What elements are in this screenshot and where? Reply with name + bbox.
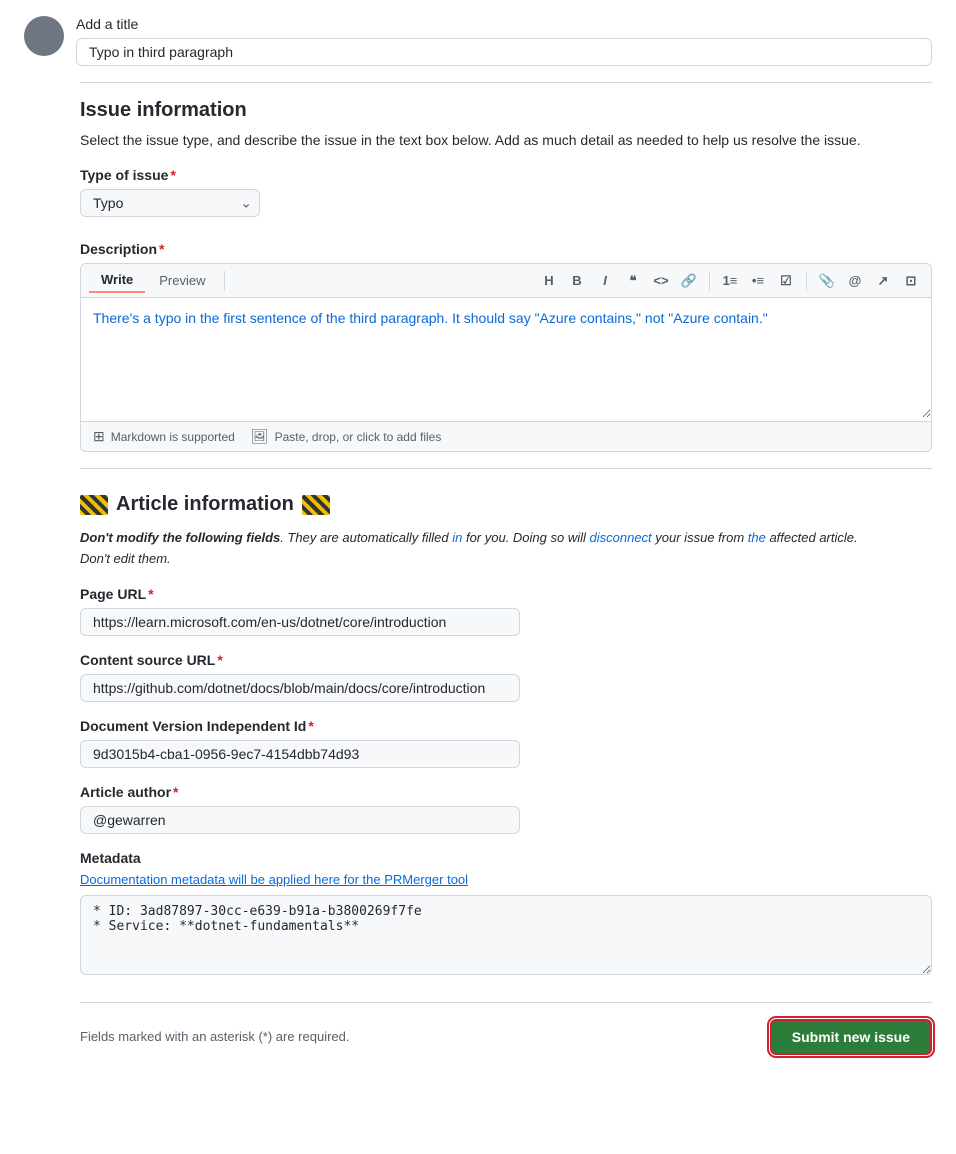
issue-information-title: Issue information [80,99,932,122]
toolbar-divider-3 [806,271,807,291]
required-note: Fields marked with an asterisk (*) are r… [80,1029,350,1044]
attach-icon[interactable]: 📎 [815,269,839,293]
doc-version-label: Document Version Independent Id* [80,718,932,734]
type-required-star: * [170,167,175,183]
metadata-textarea[interactable]: * ID: 3ad87897-30cc-e639-b91a-b3800269f7… [80,895,932,975]
article-author-label: Article author* [80,784,932,800]
image-icon: 🖼 [251,428,269,445]
type-of-issue-label: Type of issue* [80,167,932,183]
metadata-group: Metadata Documentation metadata will be … [80,850,932,978]
file-upload-item[interactable]: 🖼 Paste, drop, or click to add files [251,428,442,445]
metadata-link[interactable]: Documentation metadata will be applied h… [80,872,932,887]
description-label: Description* [80,241,932,257]
unordered-list-icon[interactable]: •≡ [746,269,770,293]
markdown-label: Markdown is supported [111,430,235,444]
article-info-section: Article information Don't modify the fol… [80,493,932,978]
bold-icon[interactable]: B [565,269,589,293]
type-select-wrapper: Typo Bug Feedback Other ⌄ [80,189,260,217]
tab-write[interactable]: Write [89,268,145,293]
description-editor-container: Write Preview H B I ❝ <> 🔗 1≡ •≡ ☑ [80,263,932,452]
page-url-label: Page URL* [80,586,932,602]
file-upload-label: Paste, drop, or click to add files [275,430,442,444]
warning-stripes-left [80,495,108,515]
content-source-url-input[interactable] [80,674,520,702]
saved-replies-icon[interactable]: ⊡ [899,269,923,293]
heading-icon[interactable]: H [537,269,561,293]
markdown-support-item: ⊞ Markdown is supported [93,428,235,445]
toolbar-divider-2 [709,271,710,291]
article-section-title: Article information [80,493,932,516]
editor-footer: ⊞ Markdown is supported 🖼 Paste, drop, o… [81,421,931,451]
description-required-star: * [159,241,164,257]
editor-toolbar: Write Preview H B I ❝ <> 🔗 1≡ •≡ ☑ [81,264,931,298]
type-of-issue-group: Type of issue* Typo Bug Feedback Other ⌄ [80,167,932,233]
doc-version-input[interactable] [80,740,520,768]
user-avatar [24,16,64,56]
article-author-group: Article author* [80,784,932,834]
type-of-issue-select[interactable]: Typo Bug Feedback Other [80,189,260,217]
italic-icon[interactable]: I [593,269,617,293]
description-textarea[interactable]: There's a typo in the first sentence of … [81,298,931,418]
link-icon[interactable]: 🔗 [677,269,701,293]
footer-bar: Fields marked with an asterisk (*) are r… [80,1002,932,1055]
content-source-url-group: Content source URL* [80,652,932,702]
section-divider-mid [80,468,932,469]
article-warning: Don't modify the following fields. They … [80,528,932,570]
ordered-list-icon[interactable]: 1≡ [718,269,742,293]
page-url-input[interactable] [80,608,520,636]
quote-icon[interactable]: ❝ [621,269,645,293]
title-input[interactable] [76,38,932,66]
reference-icon[interactable]: ↗ [871,269,895,293]
section-divider-top [80,82,932,83]
markdown-icon: ⊞ [93,428,105,445]
submit-new-issue-button[interactable]: Submit new issue [770,1019,932,1055]
description-group: Description* Write Preview H B I ❝ <> 🔗 [80,241,932,452]
page-url-group: Page URL* [80,586,932,636]
code-icon[interactable]: <> [649,269,673,293]
tab-preview[interactable]: Preview [147,269,217,292]
content-source-url-label: Content source URL* [80,652,932,668]
mention-icon[interactable]: @ [843,269,867,293]
article-author-input[interactable] [80,806,520,834]
warning-stripes-right [302,495,330,515]
toolbar-divider [224,271,225,291]
add-title-label: Add a title [76,16,932,32]
doc-version-group: Document Version Independent Id* [80,718,932,768]
metadata-label: Metadata [80,850,932,866]
task-list-icon[interactable]: ☑ [774,269,798,293]
toolbar-icons: H B I ❝ <> 🔗 1≡ •≡ ☑ 📎 @ ↗ ⊡ [537,269,923,293]
issue-information-description: Select the issue type, and describe the … [80,130,932,151]
